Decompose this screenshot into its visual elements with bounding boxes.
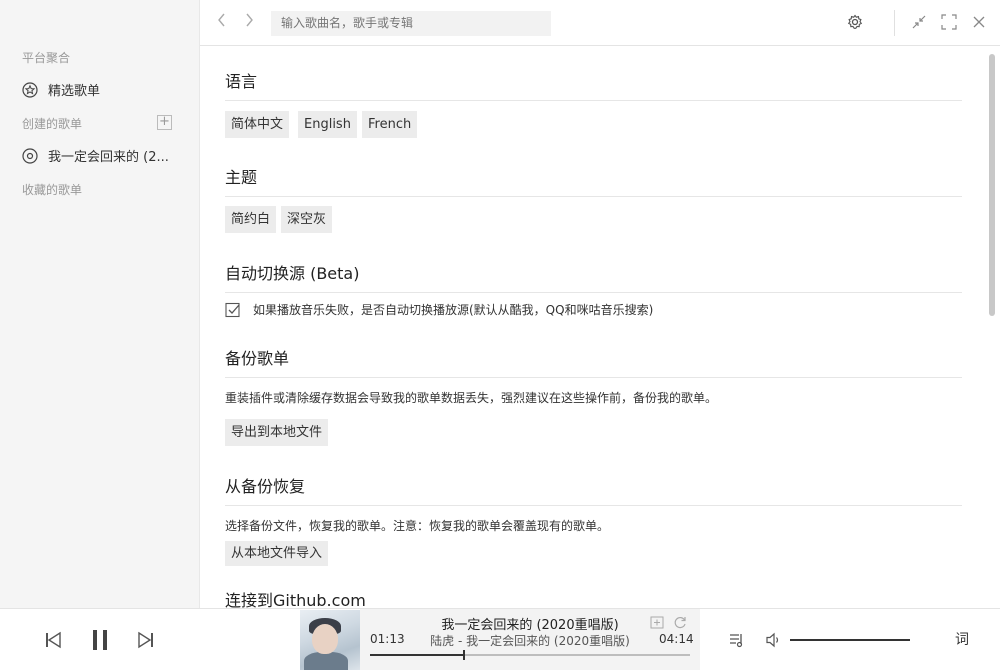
fullscreen-icon[interactable]	[939, 12, 959, 32]
settings-panel: 语言 简体中文 English French 主题 简约白 深空灰 自动切换源 …	[225, 46, 962, 608]
total-time: 04:14	[659, 632, 694, 646]
sidebar-item-featured[interactable]: 精选歌单	[22, 80, 182, 99]
section-title-theme: 主题	[225, 164, 962, 197]
volume-slider[interactable]	[790, 639, 910, 641]
player-bar: 我一定会回来的 (2020重唱版) 陆虎 - 我一定会回来的 (2020重唱版)…	[0, 608, 1000, 670]
album-cover[interactable]	[300, 610, 360, 670]
language-option-fr[interactable]: French	[362, 111, 418, 138]
sidebar-section-platform: 平台聚合	[22, 51, 71, 65]
sidebar-section-favorite: 收藏的歌单	[22, 183, 83, 197]
minimize-icon[interactable]	[909, 12, 929, 32]
import-button[interactable]: 从本地文件导入	[225, 541, 329, 566]
restore-description: 选择备份文件，恢复我的歌单。注意：恢复我的歌单会覆盖现有的歌单。	[225, 519, 610, 533]
progress-knob[interactable]	[462, 650, 465, 660]
theme-option-gray[interactable]: 深空灰	[281, 206, 333, 233]
volume-fill	[790, 639, 910, 641]
export-button[interactable]: 导出到本地文件	[225, 419, 329, 446]
section-title-autoswitch: 自动切换源 (Beta)	[225, 260, 962, 293]
add-to-playlist-icon[interactable]	[650, 615, 664, 629]
checkbox-checked-icon[interactable]	[225, 302, 241, 318]
sidebar-item-label: 精选歌单	[48, 84, 101, 99]
sidebar: 平台聚合 精选歌单 创建的歌单 + 我一定会回来的 (2... 收藏的歌单	[0, 0, 200, 608]
topbar	[200, 0, 1000, 46]
section-title-language: 语言	[225, 68, 962, 101]
section-title-backup: 备份歌单	[225, 345, 962, 378]
repeat-icon[interactable]	[673, 615, 687, 629]
next-track-icon[interactable]	[137, 629, 155, 651]
disc-icon	[22, 147, 38, 164]
sidebar-item-playlist[interactable]: 我一定会回来的 (2...	[22, 146, 182, 165]
lyrics-button[interactable]: 词	[952, 629, 972, 651]
scrollbar[interactable]	[989, 54, 995, 316]
progress-fill	[370, 654, 463, 656]
forward-icon[interactable]	[241, 12, 257, 32]
autoswitch-label: 如果播放音乐失败，是否自动切换播放源(默认从酷我，QQ和咪咕音乐搜索)	[253, 303, 654, 317]
add-playlist-icon[interactable]: +	[157, 115, 172, 130]
language-option-en[interactable]: English	[298, 111, 357, 138]
close-icon[interactable]	[969, 12, 989, 32]
sidebar-item-label: 我一定会回来的 (2...	[48, 150, 169, 165]
language-option-zh[interactable]: 简体中文	[225, 111, 290, 138]
progress-bar[interactable]	[370, 650, 690, 660]
section-title-github: 连接到Github.com	[225, 591, 366, 608]
track-artist: 陆虎 - 我一定会回来的 (2020重唱版)	[430, 634, 630, 648]
now-playing-panel: 我一定会回来的 (2020重唱版) 陆虎 - 我一定会回来的 (2020重唱版)…	[360, 609, 700, 670]
volume-icon[interactable]	[765, 631, 783, 649]
sidebar-section-created: 创建的歌单	[22, 117, 83, 131]
backup-description: 重装插件或清除缓存数据会导致我的歌单数据丢失，强烈建议在这些操作前，备份我的歌单…	[225, 391, 718, 405]
divider	[894, 10, 895, 36]
back-icon[interactable]	[214, 12, 230, 32]
previous-track-icon[interactable]	[44, 629, 62, 651]
settings-gear-icon[interactable]	[845, 12, 865, 32]
search-input[interactable]	[271, 11, 551, 36]
star-circle-icon	[22, 81, 38, 98]
section-title-restore: 从备份恢复	[225, 473, 962, 506]
theme-option-white[interactable]: 简约白	[225, 206, 277, 233]
playlist-queue-icon[interactable]	[728, 631, 746, 649]
current-time: 01:13	[370, 632, 405, 646]
autoswitch-checkbox-row[interactable]: 如果播放音乐失败，是否自动切换播放源(默认从酷我，QQ和咪咕音乐搜索)	[225, 301, 653, 318]
track-title: 我一定会回来的 (2020重唱版)	[441, 618, 619, 633]
pause-icon[interactable]	[90, 629, 110, 651]
